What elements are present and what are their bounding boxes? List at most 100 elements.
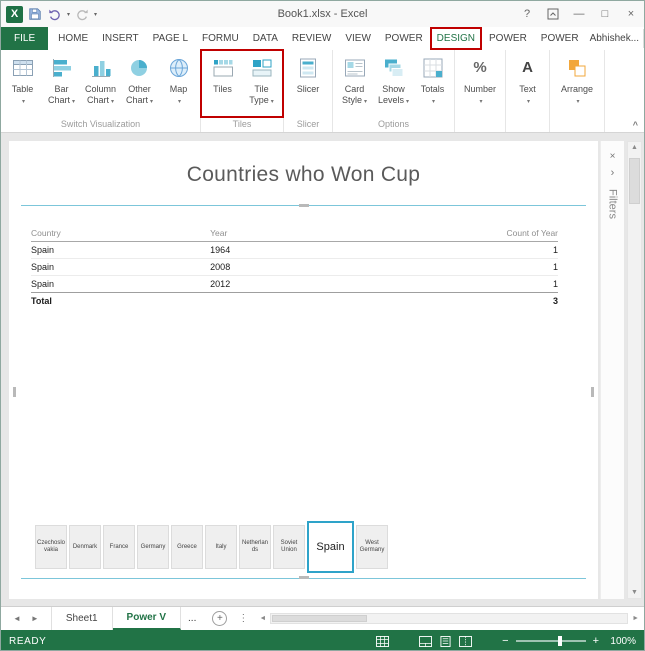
- collapse-ribbon-icon[interactable]: ^: [633, 120, 638, 130]
- table-row[interactable]: Spain 2012 1: [31, 275, 558, 293]
- totals-button[interactable]: Totals ▾: [413, 52, 452, 117]
- undo-caret-icon[interactable]: ▾: [67, 11, 70, 18]
- tile-czechoslovakia[interactable]: Czechoslovakia: [35, 525, 67, 569]
- tile-germany[interactable]: Germany: [137, 525, 169, 569]
- horizontal-scrollbar-thumb[interactable]: [272, 615, 368, 622]
- signed-in-user[interactable]: Abhishek...: [586, 27, 643, 50]
- tab-data[interactable]: DATA: [246, 27, 285, 50]
- zoom-slider-thumb[interactable]: [557, 636, 562, 646]
- resize-handle-bottom[interactable]: [298, 576, 309, 579]
- zoom-out-button[interactable]: −: [502, 635, 508, 647]
- tile-denmark[interactable]: Denmark: [69, 525, 101, 569]
- tab-power-3[interactable]: POWER: [534, 27, 586, 50]
- resize-handle-top[interactable]: [298, 204, 309, 207]
- tab-home[interactable]: HOME: [51, 27, 95, 50]
- horizontal-scrollbar[interactable]: ◄ ►: [259, 607, 644, 630]
- prev-sheet-icon[interactable]: ◄: [13, 614, 21, 623]
- table-row[interactable]: Spain 2008 1: [31, 258, 558, 276]
- column-header-country[interactable]: Country: [31, 226, 211, 242]
- tab-file[interactable]: FILE: [1, 27, 49, 50]
- zoom-slider[interactable]: [515, 636, 586, 646]
- card-style-button[interactable]: Card Style ▾: [335, 52, 374, 117]
- tile-greece[interactable]: Greece: [171, 525, 203, 569]
- dropdown-caret-icon: ▾: [72, 98, 76, 105]
- arrange-button[interactable]: Arrange ▾: [552, 52, 602, 117]
- filters-close-icon[interactable]: ×: [610, 151, 616, 162]
- other-chart-button[interactable]: Other Chart ▾: [120, 52, 159, 117]
- switch-visualization-buttons: Table ▾ Bar Chart ▾ Column Chart ▾ Other…: [1, 50, 200, 117]
- tile-soviet-union[interactable]: Soviet Union: [273, 525, 305, 569]
- column-chart-button[interactable]: Column Chart ▾: [81, 52, 120, 117]
- minimize-button[interactable]: —: [566, 1, 592, 27]
- text-button[interactable]: A Text ▾: [508, 52, 547, 117]
- help-button[interactable]: ?: [514, 1, 540, 27]
- tile-spain-selected[interactable]: Spain: [307, 521, 354, 573]
- filters-expand-icon[interactable]: ›: [611, 167, 615, 179]
- maximize-button[interactable]: □: [592, 1, 618, 27]
- column-header-count-of-year[interactable]: Count of Year: [410, 226, 558, 242]
- vertical-scrollbar[interactable]: ▲ ▼: [627, 141, 642, 599]
- report-table[interactable]: Country Year Count of Year Spain 1964 1 …: [31, 226, 558, 309]
- tab-view[interactable]: VIEW: [338, 27, 378, 50]
- sheet-tab-overflow[interactable]: ...: [181, 607, 203, 630]
- cell-year: 2008: [210, 258, 411, 276]
- undo-icon[interactable]: [47, 6, 63, 22]
- power-view-report[interactable]: Countries who Won Cup Country Year Count…: [9, 141, 598, 599]
- tile-type-button[interactable]: Tile Type ▾: [242, 52, 281, 117]
- other-chart-icon: [127, 55, 153, 81]
- text-icon: A: [515, 55, 541, 81]
- scroll-down-icon[interactable]: ▼: [628, 589, 641, 596]
- page-break-view-button[interactable]: [459, 635, 473, 647]
- group-label-tiles: Tiles: [232, 119, 252, 129]
- tab-formulas[interactable]: FORMU: [195, 27, 246, 50]
- resize-handle-left[interactable]: [13, 387, 16, 397]
- tab-design[interactable]: DESIGN: [429, 27, 483, 50]
- sheet-tab-power-view[interactable]: Power V: [112, 607, 182, 630]
- tab-review[interactable]: REVIEW: [285, 27, 338, 50]
- tile-france[interactable]: France: [103, 525, 135, 569]
- tab-page-layout[interactable]: PAGE L: [146, 27, 195, 50]
- close-button[interactable]: ×: [618, 1, 644, 27]
- tile-netherlands[interactable]: Netherlands: [239, 525, 271, 569]
- vertical-scrollbar-thumb[interactable]: [629, 158, 640, 204]
- new-sheet-button[interactable]: +: [212, 611, 228, 626]
- status-bar: READY − + 100%: [1, 630, 644, 650]
- report-title[interactable]: Countries who Won Cup: [9, 163, 598, 187]
- zoom-in-button[interactable]: +: [593, 635, 599, 647]
- show-levels-button[interactable]: Show Levels ▾: [374, 52, 413, 117]
- normal-view-button[interactable]: [419, 635, 433, 647]
- next-sheet-icon[interactable]: ►: [31, 614, 39, 623]
- filters-panel: × › Filters: [600, 141, 624, 599]
- scroll-left-icon[interactable]: ◄: [259, 615, 266, 622]
- number-button[interactable]: % Number ▾: [457, 52, 503, 117]
- tile-container[interactable]: Country Year Count of Year Spain 1964 1 …: [13, 204, 594, 579]
- sheet-tab-menu-icon[interactable]: ⋮: [227, 607, 259, 630]
- sheet-tab-sheet1[interactable]: Sheet1: [50, 607, 113, 630]
- resize-handle-right[interactable]: [591, 387, 594, 397]
- cell-country: Spain: [31, 258, 211, 276]
- save-icon[interactable]: [27, 6, 43, 22]
- button-label: Chart: [125, 94, 148, 105]
- ribbon-display-options-icon[interactable]: [540, 1, 566, 27]
- bar-chart-button[interactable]: Bar Chart ▾: [42, 52, 81, 117]
- tab-insert[interactable]: INSERT: [95, 27, 146, 50]
- tile-west-germany[interactable]: West Germany: [356, 525, 388, 569]
- map-button[interactable]: Map ▾: [159, 52, 198, 117]
- table-button[interactable]: Table ▾: [3, 52, 42, 117]
- page-layout-view-button[interactable]: [439, 635, 452, 647]
- tiles-button[interactable]: Tiles: [203, 52, 242, 117]
- redo-icon[interactable]: [74, 6, 90, 22]
- scroll-up-icon[interactable]: ▲: [628, 144, 641, 151]
- excel-logo-icon[interactable]: X: [6, 5, 23, 23]
- macro-grid-icon[interactable]: [376, 635, 390, 647]
- column-header-year[interactable]: Year: [210, 226, 411, 242]
- horizontal-scrollbar-track[interactable]: [270, 613, 629, 624]
- tile-italy[interactable]: Italy: [205, 525, 237, 569]
- tab-power-2[interactable]: POWER: [482, 27, 534, 50]
- tab-power-1[interactable]: POWER: [378, 27, 430, 50]
- table-row[interactable]: Spain 1964 1: [31, 241, 558, 259]
- qat-customize-icon[interactable]: ▾: [94, 11, 97, 18]
- slicer-button[interactable]: Slicer: [286, 52, 330, 117]
- scroll-right-icon[interactable]: ►: [632, 615, 639, 622]
- zoom-level[interactable]: 100%: [606, 636, 636, 647]
